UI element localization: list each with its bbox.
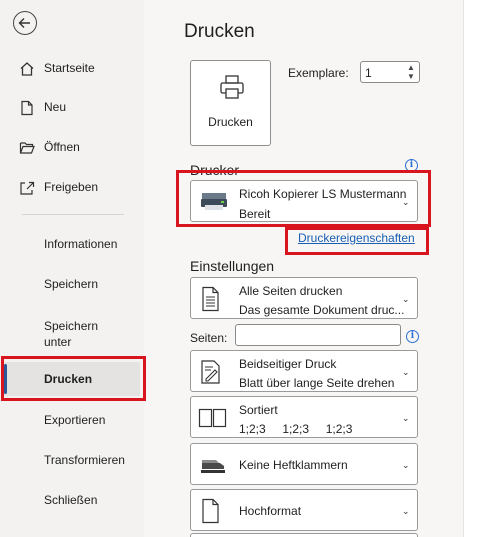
- nav-save-as-label: Speichern unter: [44, 319, 99, 349]
- copies-label: Exemplare:: [288, 66, 349, 80]
- info-icon[interactable]: i: [405, 159, 418, 172]
- nav-transform[interactable]: Transformieren: [0, 442, 144, 478]
- next-setting-dropdown[interactable]: [190, 533, 418, 537]
- nav-print-label: Drucken: [44, 372, 93, 386]
- copies-input[interactable]: 1 ▲ ▼: [360, 61, 420, 83]
- nav-home-label: Startseite: [44, 61, 95, 75]
- chevron-down-icon: ⌄: [402, 460, 410, 470]
- nav-share-label: Freigeben: [44, 180, 99, 194]
- chevron-down-icon: ⌄: [402, 367, 410, 377]
- home-icon: [18, 60, 36, 78]
- print-range-dropdown[interactable]: Alle Seiten drucken Das gesamte Dokument…: [190, 277, 418, 319]
- document-pages-icon: [197, 286, 225, 312]
- page-title: Drucken: [184, 21, 255, 42]
- nav-save-as[interactable]: Speichern unter: [0, 312, 144, 356]
- nav-divider: [22, 214, 124, 215]
- printer-icon: [218, 73, 246, 101]
- backstage-sidebar: Startseite Neu Öffnen Freigeben Informat…: [0, 0, 144, 537]
- folder-open-icon: [18, 139, 36, 157]
- print-button-label: Drucken: [208, 115, 253, 129]
- duplex-print-icon: [197, 359, 225, 385]
- collate-value: Sortiert: [239, 403, 278, 417]
- staple-value: Keine Heftklammern: [239, 458, 348, 472]
- printer-status: Bereit: [239, 207, 271, 221]
- copies-value: 1: [365, 66, 372, 80]
- nav-export-label: Exportieren: [44, 413, 106, 427]
- portrait-page-icon: [197, 497, 225, 525]
- back-arrow-icon: [18, 18, 30, 28]
- nav-new[interactable]: Neu: [0, 89, 144, 125]
- nav-new-label: Neu: [44, 100, 67, 114]
- nav-open[interactable]: Öffnen: [0, 129, 144, 165]
- print-button[interactable]: Drucken: [190, 60, 271, 146]
- chevron-down-icon: ⌄: [402, 294, 410, 304]
- printer-properties-link[interactable]: Druckereigenschaften: [298, 231, 415, 245]
- nav-open-label: Öffnen: [44, 140, 80, 154]
- nav-info[interactable]: Informationen: [0, 226, 144, 262]
- nav-info-label: Informationen: [44, 237, 118, 251]
- duplex-value: Beidseitiger Druck: [239, 357, 337, 371]
- nav-save[interactable]: Speichern: [0, 266, 144, 302]
- orientation-value: Hochformat: [239, 504, 302, 518]
- nav-export[interactable]: Exportieren: [0, 402, 144, 438]
- nav-close[interactable]: Schließen: [0, 482, 144, 518]
- active-indicator: [4, 364, 7, 394]
- back-button[interactable]: [13, 11, 37, 35]
- new-document-icon: [18, 99, 36, 117]
- preview-edge: [463, 0, 483, 537]
- orientation-dropdown[interactable]: Hochformat ⌄: [190, 489, 418, 531]
- nav-home[interactable]: Startseite: [0, 50, 144, 86]
- chevron-down-icon: ⌄: [402, 506, 410, 516]
- decrement-icon[interactable]: ▼: [405, 72, 417, 82]
- printer-device-icon: [197, 189, 231, 215]
- printer-name: Ricoh Kopierer LS Mustermann: [239, 187, 407, 201]
- print-range-value: Alle Seiten drucken: [239, 284, 343, 298]
- pages-label: Seiten:: [190, 331, 228, 345]
- pages-input[interactable]: [235, 324, 401, 346]
- printer-section-title: Drucker: [190, 162, 240, 178]
- duplex-desc: Blatt über lange Seite drehen: [239, 376, 395, 390]
- collate-dropdown[interactable]: Sortiert 1;2;3 1;2;3 1;2;3 ⌄: [190, 396, 418, 438]
- staple-dropdown[interactable]: Keine Heftklammern ⌄: [190, 443, 418, 485]
- chevron-down-icon: ⌄: [402, 197, 410, 207]
- chevron-down-icon: ⌄: [402, 413, 410, 423]
- nav-transform-label: Transformieren: [44, 453, 125, 467]
- nav-print[interactable]: Drucken: [4, 362, 140, 396]
- duplex-dropdown[interactable]: Beidseitiger Druck Blatt über lange Seit…: [190, 350, 418, 392]
- nav-save-label: Speichern: [44, 277, 99, 291]
- stapler-icon: [197, 454, 229, 476]
- nav-close-label: Schließen: [44, 493, 98, 507]
- collate-desc: 1;2;3 1;2;3 1;2;3: [239, 422, 353, 436]
- nav-share[interactable]: Freigeben: [0, 169, 144, 205]
- printer-dropdown[interactable]: Ricoh Kopierer LS Mustermann Bereit ⌄: [190, 180, 418, 222]
- info-icon[interactable]: i: [406, 330, 419, 343]
- share-icon: [18, 179, 36, 197]
- settings-section-title: Einstellungen: [190, 258, 275, 274]
- collated-icon: [197, 407, 229, 429]
- print-range-desc: Das gesamte Dokument druc...: [239, 303, 405, 317]
